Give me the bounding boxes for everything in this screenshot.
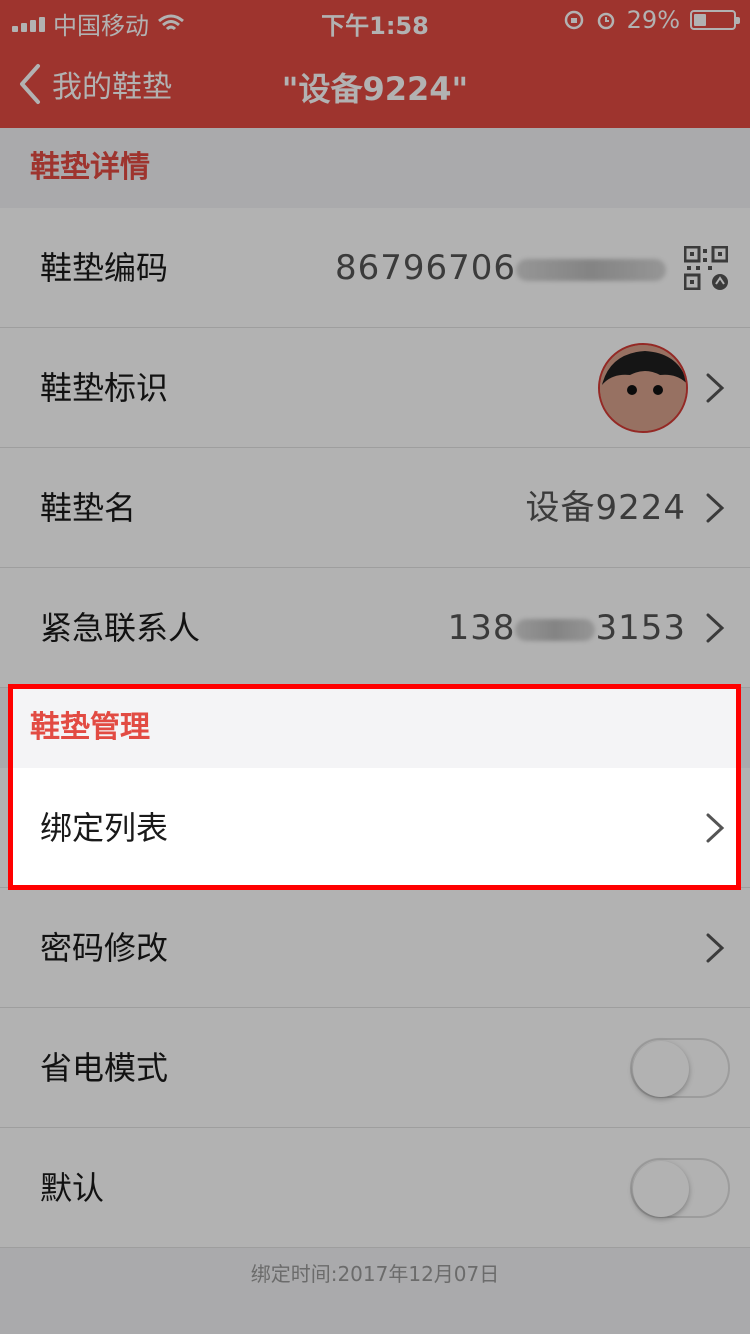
row-label: 密码修改	[40, 929, 169, 967]
avatar-face-icon	[600, 345, 686, 431]
chevron-right-icon	[706, 493, 725, 523]
alarm-icon	[597, 12, 614, 30]
chevron-right-icon	[706, 373, 725, 403]
status-right: 29%	[563, 6, 740, 34]
toggle-knob	[633, 1041, 689, 1097]
highlight-frame	[8, 684, 741, 890]
row-power-save: 省电模式	[0, 1008, 750, 1128]
insole-code-value: 86796706	[335, 208, 666, 328]
row-insole-name[interactable]: 鞋垫名 设备9224	[0, 448, 750, 568]
chevron-right-icon	[706, 933, 725, 963]
battery-percent: 29%	[626, 6, 680, 34]
qr-code-icon[interactable]	[684, 246, 728, 290]
row-label: 省电模式	[40, 1049, 169, 1087]
toggle-knob	[633, 1161, 689, 1217]
insole-code-text: 86796706	[334, 248, 516, 288]
redacted-blur	[516, 258, 666, 281]
nav-bar: 我的鞋垫 "设备9224"	[0, 40, 750, 128]
phone-suffix: 3153	[595, 608, 686, 648]
battery-icon	[690, 10, 740, 30]
rotation-lock-icon	[564, 10, 583, 30]
insole-name-value: 设备9224	[525, 488, 686, 528]
emergency-contact-value: 138 3153	[448, 568, 686, 688]
chevron-right-icon	[706, 613, 725, 643]
row-default: 默认	[0, 1128, 750, 1248]
page-title: "设备9224"	[281, 70, 469, 108]
avatar	[598, 343, 688, 433]
row-insole-identity[interactable]: 鞋垫标识	[0, 328, 750, 448]
row-label: 鞋垫名	[40, 489, 137, 527]
redacted-blur	[515, 618, 596, 641]
row-label: 鞋垫标识	[40, 369, 169, 407]
row-insole-code[interactable]: 鞋垫编码 86796706	[0, 208, 750, 328]
status-bar: 中国移动 下午1:58 29%	[0, 0, 750, 40]
power-save-toggle[interactable]	[630, 1038, 730, 1098]
phone-prefix: 138	[447, 608, 516, 648]
section-header-details: 鞋垫详情	[0, 128, 750, 208]
default-toggle[interactable]	[630, 1158, 730, 1218]
bind-time-note: 绑定时间:2017年12月07日	[250, 1262, 500, 1286]
row-label: 默认	[40, 1169, 105, 1207]
row-password-change[interactable]: 密码修改	[0, 888, 750, 1008]
row-emergency-contact[interactable]: 紧急联系人 138 3153	[0, 568, 750, 688]
row-label: 紧急联系人	[40, 609, 201, 647]
row-label: 鞋垫编码	[40, 249, 169, 287]
